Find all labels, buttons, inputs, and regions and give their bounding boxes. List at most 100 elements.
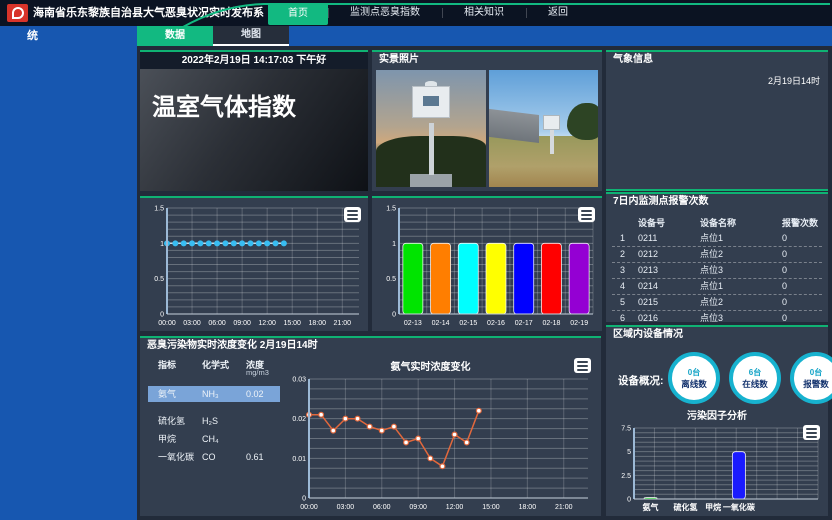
devices-panel: 区域内设备情况 设备概况: 0台离线数6台在线数0台报警数 污染因子分析 02.…	[606, 325, 828, 516]
svg-text:0.5: 0.5	[154, 276, 164, 283]
nav-item-home[interactable]: 首页	[268, 3, 328, 25]
pollutant-unit-label: mg/m3	[246, 368, 269, 377]
main-nav: 首页监测点恶臭指数相关知识返回	[268, 0, 590, 26]
photos-strip	[376, 70, 598, 187]
svg-text:06:00: 06:00	[373, 504, 391, 511]
photo2-pole	[550, 128, 554, 154]
site-photo-2[interactable]	[489, 70, 599, 187]
svg-text:0.02: 0.02	[292, 416, 306, 423]
weather-timestamp: 2月19日14时	[768, 74, 820, 87]
svg-text:7.5: 7.5	[621, 426, 631, 433]
svg-text:0.01: 0.01	[292, 456, 306, 463]
svg-text:5: 5	[627, 449, 631, 456]
tab-data[interactable]: 数据	[137, 26, 213, 46]
pollutant-table-row[interactable]: 氨气NH₃0.02	[148, 386, 280, 402]
pollutant-col-header: 化学式	[202, 358, 229, 371]
svg-text:0.03: 0.03	[292, 377, 306, 384]
svg-text:02-17: 02-17	[515, 320, 533, 327]
photos-panel-title: 实景照片	[372, 52, 602, 68]
svg-text:甲烷: 甲烷	[705, 502, 721, 512]
svg-text:0: 0	[160, 312, 164, 319]
daily-bar-chart: 00.511.502-1302-1402-1502-1602-1702-1802…	[374, 201, 600, 328]
photo2-monitor-box	[543, 115, 560, 130]
nav-item-link[interactable]: 监测点恶臭指数	[328, 0, 442, 26]
svg-text:18:00: 18:00	[519, 504, 537, 511]
svg-text:21:00: 21:00	[555, 504, 573, 511]
alarm-table: 设备号设备名称报警次数 10211点位1020212点位2030213点位304…	[612, 216, 822, 316]
alarm-table-row: 20212点位20	[612, 247, 822, 263]
svg-text:1: 1	[160, 241, 164, 248]
photos-panel: 实景照片	[372, 50, 602, 191]
hamburger-menu-icon[interactable]	[803, 425, 820, 440]
pollutant-table-row[interactable]: 硫化氢H₂S	[148, 413, 280, 429]
svg-text:0: 0	[392, 312, 396, 319]
svg-text:硫化氢: 硫化氢	[674, 502, 698, 512]
photo1-antenna	[425, 81, 437, 86]
svg-text:氨气: 氨气	[643, 502, 659, 512]
svg-text:02-15: 02-15	[459, 320, 477, 327]
pollutant-col-header: 指标	[158, 358, 176, 371]
svg-text:2.5: 2.5	[621, 473, 631, 480]
photo2-field	[489, 136, 599, 187]
svg-text:09:00: 09:00	[409, 504, 427, 511]
nh3-line-chart: 00.010.020.0300:0003:0006:0009:0012:0015…	[282, 372, 595, 512]
site-photo-1[interactable]	[376, 70, 486, 187]
nav-item-link[interactable]: 相关知识	[442, 0, 526, 26]
hourly-index-line-chart-panel: 00.511.500:0003:0006:0009:0012:0015:0018…	[140, 196, 368, 331]
view-tabs: 数据地图	[137, 26, 289, 46]
greeting-panel: 2022年2月19日 14:17:03 下午好 温室气体指数	[140, 50, 368, 191]
svg-text:12:00: 12:00	[446, 504, 464, 511]
pollutant-table-row[interactable]: 一氧化碳CO0.61	[148, 449, 280, 465]
svg-text:15:00: 15:00	[283, 320, 301, 327]
greenhouse-gas-headline: 温室气体指数	[140, 69, 368, 191]
pollutant-table-row[interactable]: 甲烷CH₄	[148, 431, 280, 447]
photo1-pole	[429, 123, 434, 175]
pollutant-table: 指标化学式浓度mg/m3 氨气NH₃0.02硫化氢H₂S甲烷CH₄一氧化碳CO0…	[148, 356, 284, 510]
svg-text:0.5: 0.5	[386, 276, 396, 283]
hamburger-menu-icon[interactable]	[578, 207, 595, 222]
nh3-chart-title: 氨气实时浓度变化	[290, 358, 571, 373]
pollutant-factor-chart: 02.557.5氨气硫化氢甲烷一氧化碳	[609, 421, 825, 513]
sidebar	[0, 46, 137, 520]
svg-text:02-16: 02-16	[487, 320, 505, 327]
svg-text:00:00: 00:00	[300, 504, 318, 511]
svg-text:02-14: 02-14	[432, 320, 450, 327]
alarms-panel: 7日内监测点报警次数 设备号设备名称报警次数 10211点位1020212点位2…	[606, 192, 828, 322]
svg-text:03:00: 03:00	[183, 320, 201, 327]
svg-text:21:00: 21:00	[334, 320, 352, 327]
svg-text:1: 1	[392, 241, 396, 248]
nav-item-link[interactable]: 返回	[526, 0, 590, 26]
devices-panel-title: 区域内设备情况	[606, 327, 828, 343]
svg-text:1.5: 1.5	[154, 206, 164, 213]
svg-text:06:00: 06:00	[208, 320, 226, 327]
daily-bar-chart-panel: 00.511.502-1302-1402-1502-1602-1702-1802…	[372, 196, 602, 331]
hamburger-menu-icon[interactable]	[344, 207, 361, 222]
alarm-table-row: 40214点位10	[612, 279, 822, 295]
alarm-table-body: 10211点位1020212点位2030213点位3040214点位105021…	[612, 231, 822, 327]
svg-text:09:00: 09:00	[233, 320, 251, 327]
tabs-row: 统 数据地图	[0, 26, 832, 46]
device-stats: 0台离线数6台在线数0台报警数	[668, 352, 832, 406]
device-overview-label: 设备概况:	[618, 373, 664, 388]
svg-text:1.5: 1.5	[386, 206, 396, 213]
odor-pollutants-panel: 恶臭污染物实时浓度变化 2月19日14时 指标化学式浓度mg/m3 氨气NH₃0…	[140, 336, 601, 516]
alarm-col-header: 设备号	[638, 216, 665, 231]
svg-text:00:00: 00:00	[158, 320, 176, 327]
weather-panel: 气象信息 2月19日14时	[606, 50, 828, 191]
device-stat-circle: 6台在线数	[729, 352, 781, 404]
app-title-line2: 统	[27, 26, 38, 46]
tab-map[interactable]: 地图	[213, 26, 289, 46]
svg-text:0: 0	[302, 496, 306, 503]
svg-text:03:00: 03:00	[337, 504, 355, 511]
odor-pollutants-title: 恶臭污染物实时浓度变化 2月19日14时	[140, 338, 601, 354]
alarm-table-row: 30213点位30	[612, 263, 822, 279]
alarm-col-header: 设备名称	[700, 216, 736, 231]
pollutant-table-header: 指标化学式浓度mg/m3	[148, 358, 284, 378]
photo1-monitor-box	[412, 86, 450, 118]
alarm-table-row: 10211点位10	[612, 231, 822, 247]
app-logo	[7, 4, 28, 22]
weather-panel-title: 气象信息	[606, 52, 828, 68]
hamburger-menu-icon[interactable]	[574, 358, 591, 373]
alarm-table-row: 50215点位20	[612, 295, 822, 311]
hourly-index-line-chart: 00.511.500:0003:0006:0009:0012:0015:0018…	[142, 201, 366, 328]
